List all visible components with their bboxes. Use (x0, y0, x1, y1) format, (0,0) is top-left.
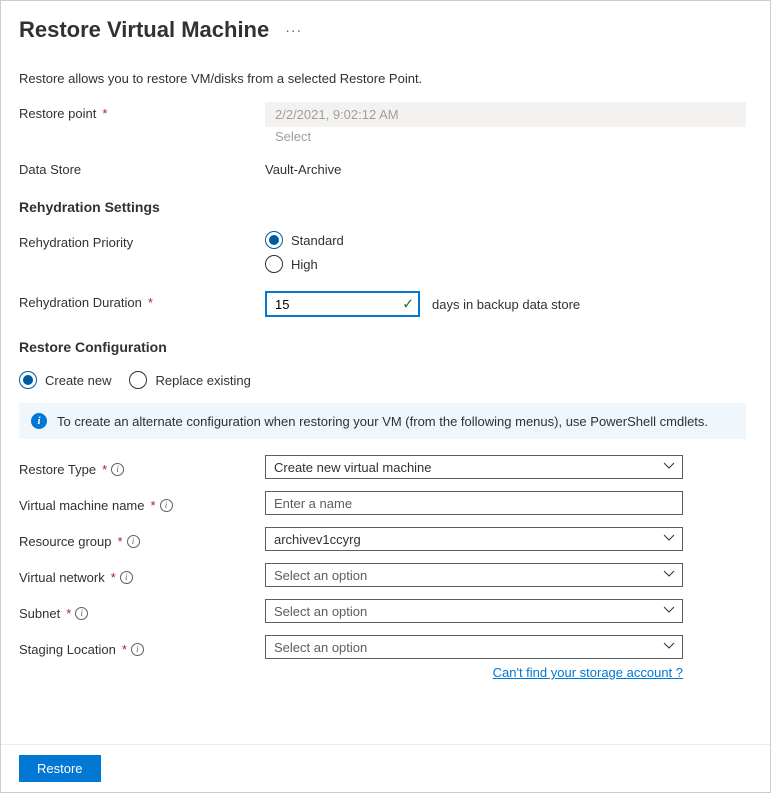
subnet-select[interactable]: Select an option (265, 599, 683, 623)
vm-name-input[interactable] (265, 491, 683, 515)
info-icon[interactable]: i (127, 535, 140, 548)
data-store-value: Vault-Archive (265, 158, 746, 177)
staging-location-select[interactable]: Select an option (265, 635, 683, 659)
radio-icon (129, 371, 147, 389)
restore-config-replace-existing[interactable]: Replace existing (129, 371, 250, 389)
vm-name-label: Virtual machine name* i (19, 494, 265, 513)
subnet-label: Subnet* i (19, 602, 265, 621)
resource-group-label: Resource group* i (19, 530, 265, 549)
virtual-network-label: Virtual network* i (19, 566, 265, 585)
resource-group-select[interactable]: archivev1ccyrg (265, 527, 683, 551)
rehydration-priority-standard[interactable]: Standard (265, 231, 746, 249)
page-title: Restore Virtual Machine (19, 17, 269, 43)
info-icon[interactable]: i (75, 607, 88, 620)
storage-account-link[interactable]: Can't find your storage account ? (493, 665, 683, 680)
more-button[interactable]: ··· (285, 22, 302, 38)
description-text: Restore allows you to restore VM/disks f… (19, 71, 746, 86)
rehydration-duration-input[interactable] (265, 291, 420, 317)
restore-config-create-new[interactable]: Create new (19, 371, 111, 389)
radio-icon (265, 255, 283, 273)
info-icon[interactable]: i (160, 499, 173, 512)
data-store-label: Data Store (19, 158, 265, 177)
virtual-network-select[interactable]: Select an option (265, 563, 683, 587)
rehydration-priority-label: Rehydration Priority (19, 231, 265, 250)
restore-point-select-link[interactable]: Select (265, 127, 746, 144)
staging-location-label: Staging Location* i (19, 638, 265, 657)
restore-point-value: 2/2/2021, 9:02:12 AM (265, 102, 746, 127)
restore-point-label: Restore point* (19, 102, 265, 121)
info-icon[interactable]: i (120, 571, 133, 584)
duration-suffix: days in backup data store (432, 297, 580, 312)
info-icon[interactable]: i (111, 463, 124, 476)
rehydration-heading: Rehydration Settings (19, 199, 746, 215)
rehydration-duration-label: Rehydration Duration* (19, 291, 265, 310)
restore-config-heading: Restore Configuration (19, 339, 746, 355)
restore-type-label: Restore Type* i (19, 458, 265, 477)
rehydration-priority-high[interactable]: High (265, 255, 746, 273)
radio-icon (19, 371, 37, 389)
restore-type-select[interactable]: Create new virtual machine (265, 455, 683, 479)
info-icon: i (31, 413, 47, 429)
radio-icon (265, 231, 283, 249)
restore-button[interactable]: Restore (19, 755, 101, 782)
info-icon[interactable]: i (131, 643, 144, 656)
info-banner: i To create an alternate configuration w… (19, 403, 746, 439)
